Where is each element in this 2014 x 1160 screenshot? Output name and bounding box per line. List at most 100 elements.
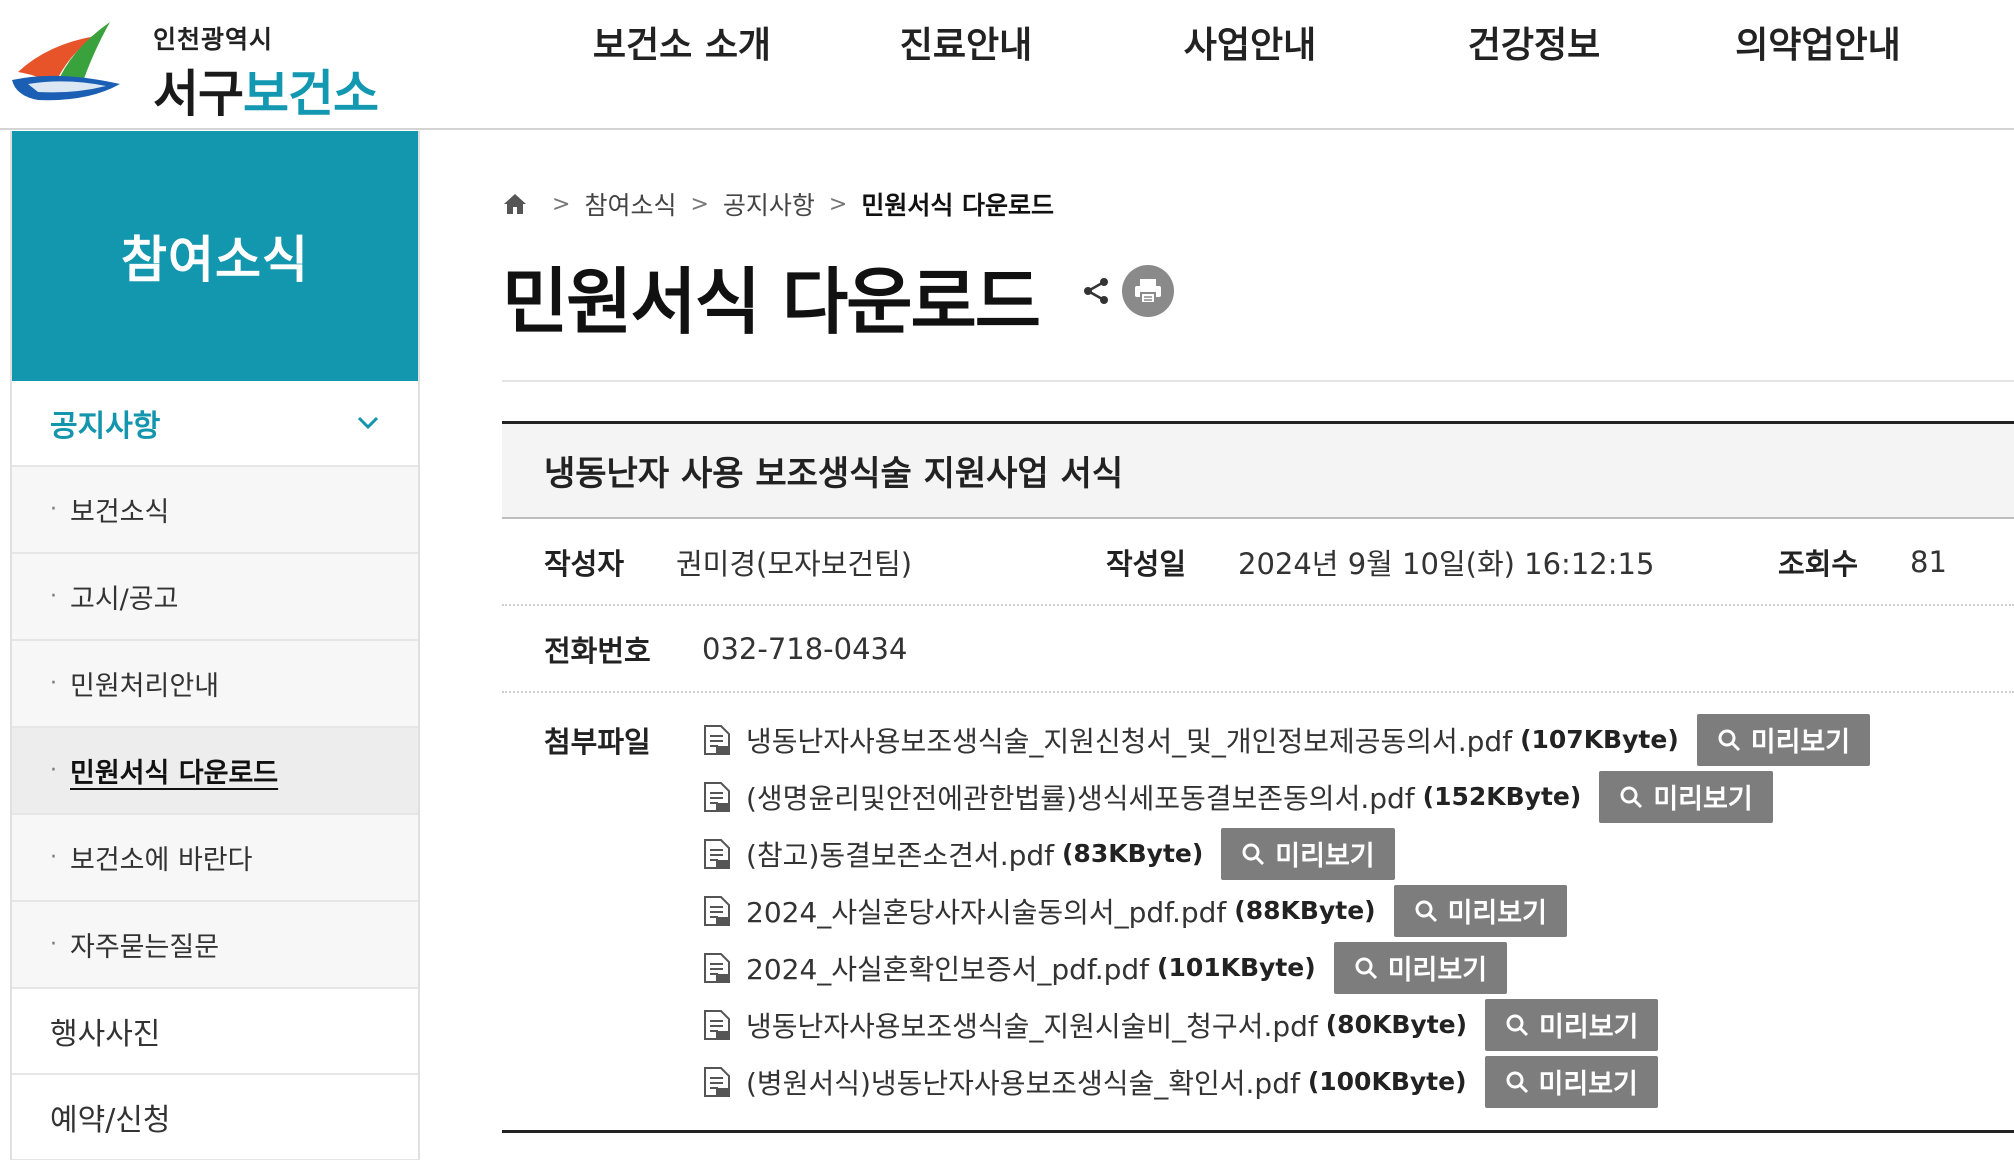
print-button[interactable] bbox=[1122, 265, 1174, 317]
share-button[interactable] bbox=[1072, 267, 1120, 315]
attachment-link[interactable]: 2024_사실혼당사자시술동의서_pdf.pdf bbox=[746, 891, 1226, 931]
preview-button[interactable]: 미리보기 bbox=[1393, 884, 1567, 937]
post-meta-row: 작성자 권미경(모자보건팀) 작성일 2024년 9월 10일(화) 16:12… bbox=[502, 519, 2014, 606]
nav-item-clinic-guide[interactable]: 진료안내 bbox=[824, 20, 1108, 80]
pdf-file-icon bbox=[704, 1066, 730, 1097]
date-value: 2024년 9월 10일(화) 16:12:15 bbox=[1238, 546, 1655, 581]
sidebar-item-faq[interactable]: · 자주묻는질문 bbox=[12, 902, 418, 989]
sidebar-item-health-news[interactable]: · 보건소식 bbox=[12, 467, 418, 554]
preview-button[interactable]: 미리보기 bbox=[1333, 941, 1508, 994]
attachment-item: (생명윤리및안전에관한법률)생식세포동결보존동의서.pdf (152KByte)… bbox=[702, 768, 1870, 825]
author-value: 권미경(모자보건팀) bbox=[676, 546, 913, 581]
attachment-size: (80KByte) bbox=[1325, 1010, 1468, 1039]
preview-button[interactable]: 미리보기 bbox=[1485, 998, 1659, 1051]
preview-label: 미리보기 bbox=[1653, 784, 1753, 815]
logo-name-prefix: 서구 bbox=[153, 65, 244, 123]
bullet-icon: · bbox=[50, 584, 57, 609]
phone-value: 032-718-0434 bbox=[702, 631, 908, 666]
search-icon bbox=[1620, 786, 1643, 808]
sidebar-header: 참여소식 bbox=[12, 131, 418, 381]
print-icon bbox=[1135, 279, 1161, 304]
sidebar-item-label: 보건소에 바란다 bbox=[70, 845, 253, 876]
attachment-item: (참고)동결보존소견서.pdf (83KByte) 미리보기 bbox=[702, 825, 1870, 882]
preview-button[interactable]: 미리보기 bbox=[1484, 1055, 1658, 1108]
sidebar-item-reservation[interactable]: 예약/신청 bbox=[12, 1075, 418, 1160]
breadcrumb-separator-icon: > bbox=[552, 191, 571, 217]
breadcrumb-item[interactable]: 참여소식 bbox=[584, 186, 676, 222]
attachment-item: 2024_사실혼당사자시술동의서_pdf.pdf (88KByte) 미리보기 bbox=[702, 882, 1870, 939]
pdf-file-icon bbox=[704, 895, 730, 926]
preview-button[interactable]: 미리보기 bbox=[1696, 713, 1871, 766]
preview-label: 미리보기 bbox=[1538, 1069, 1638, 1100]
search-icon bbox=[1355, 957, 1377, 979]
attachment-item: 2024_사실혼확인보증서_pdf.pdf (101KByte) 미리보기 bbox=[702, 939, 1870, 996]
share-icon bbox=[1084, 278, 1108, 304]
attachment-item: (병원서식)냉동난자사용보조생식술_확인서.pdf (100KByte) 미리보… bbox=[702, 1053, 1870, 1110]
preview-label: 미리보기 bbox=[1750, 727, 1851, 758]
attachment-link[interactable]: 냉동난자사용보조생식술_지원신청서_및_개인정보제공동의서.pdf bbox=[746, 720, 1512, 760]
attachment-link[interactable]: (참고)동결보존소견서.pdf bbox=[746, 834, 1054, 874]
bullet-icon: · bbox=[50, 845, 57, 870]
preview-label: 미리보기 bbox=[1447, 898, 1547, 929]
bullet-icon: · bbox=[50, 497, 57, 522]
breadcrumb-separator-icon: > bbox=[828, 191, 848, 217]
views-label: 조회수 bbox=[1778, 546, 1859, 581]
page-title: 민원서식 다운로드 bbox=[502, 260, 1041, 344]
search-icon bbox=[1718, 729, 1740, 751]
home-icon[interactable] bbox=[502, 192, 528, 216]
logo-name-accent: 보건소 bbox=[243, 65, 379, 123]
sidebar-section-notices[interactable]: 공지사항 bbox=[12, 381, 418, 467]
sidebar-title: 참여소식 bbox=[121, 231, 309, 289]
breadcrumb-item[interactable]: 공지사항 bbox=[723, 186, 815, 222]
sidebar-item-announcements[interactable]: · 고시/공고 bbox=[12, 554, 418, 641]
attachment-item: 냉동난자사용보조생식술_지원신청서_및_개인정보제공동의서.pdf (107KB… bbox=[702, 711, 1871, 768]
nav-item-pharma-guide[interactable]: 의약업안내 bbox=[1676, 20, 1960, 80]
attachment-size: (107KByte) bbox=[1520, 725, 1679, 754]
sidebar-item-civil-guide[interactable]: · 민원처리안내 bbox=[12, 641, 418, 728]
attachment-item: 냉동난자사용보조생식술_지원시술비_청구서.pdf (80KByte) 미리보기 bbox=[702, 996, 1870, 1053]
bullet-icon: · bbox=[50, 758, 57, 783]
post-phone-row: 전화번호 032-718-0434 bbox=[502, 606, 2014, 693]
chevron-down-icon bbox=[357, 416, 379, 430]
preview-button[interactable]: 미리보기 bbox=[1221, 827, 1395, 880]
attachment-link[interactable]: 냉동난자사용보조생식술_지원시술비_청구서.pdf bbox=[746, 1005, 1318, 1045]
bullet-icon: · bbox=[50, 932, 57, 957]
attachment-size: (100KByte) bbox=[1307, 1067, 1467, 1096]
search-icon bbox=[1506, 1071, 1528, 1093]
author-label: 작성자 bbox=[544, 546, 625, 581]
breadcrumb-separator-icon: > bbox=[690, 191, 709, 217]
pdf-file-icon bbox=[704, 838, 730, 869]
post-view: 냉동난자 사용 보조생식술 지원사업 서식 작성자 권미경(모자보건팀) 작성일… bbox=[502, 421, 2014, 1133]
sidebar-item-suggestions[interactable]: · 보건소에 바란다 bbox=[12, 815, 418, 902]
sidebar-section-label: 공지사항 bbox=[50, 409, 161, 444]
sidebar-item-event-photos[interactable]: 행사사진 bbox=[12, 989, 418, 1075]
title-divider bbox=[502, 380, 2014, 382]
attachment-size: (88KByte) bbox=[1234, 896, 1376, 925]
attachment-size: (83KByte) bbox=[1062, 839, 1204, 868]
sidebar-item-form-download[interactable]: · 민원서식 다운로드 bbox=[12, 728, 418, 815]
pdf-file-icon bbox=[704, 781, 730, 812]
breadcrumb-current: 민원서식 다운로드 bbox=[861, 191, 1055, 220]
nav-item-about[interactable]: 보건소 소개 bbox=[540, 20, 824, 80]
preview-label: 미리보기 bbox=[1275, 841, 1375, 872]
preview-button[interactable]: 미리보기 bbox=[1599, 770, 1773, 823]
attachment-size: (152KByte) bbox=[1422, 782, 1582, 811]
nav-item-health-info[interactable]: 건강정보 bbox=[1392, 20, 1676, 80]
post-subject: 냉동난자 사용 보조생식술 지원사업 서식 bbox=[502, 424, 2014, 519]
attachment-link[interactable]: (생명윤리및안전에관한법률)생식세포동결보존동의서.pdf bbox=[746, 777, 1415, 817]
main-navigation: 보건소 소개 진료안내 사업안내 건강정보 의약업안내 bbox=[540, 20, 1960, 80]
nav-item-programs[interactable]: 사업안내 bbox=[1108, 20, 1392, 80]
site-header: 인천광역시 서구보건소 보건소 소개 진료안내 사업안내 건강정보 의약업안내 bbox=[0, 0, 2014, 130]
sidebar-item-label: 민원서식 다운로드 bbox=[70, 758, 279, 789]
preview-label: 미리보기 bbox=[1539, 1012, 1639, 1043]
phone-label: 전화번호 bbox=[544, 633, 651, 668]
logo-mark-icon bbox=[12, 22, 120, 101]
attachment-list: 냉동난자사용보조생식술_지원신청서_및_개인정보제공동의서.pdf (107KB… bbox=[702, 711, 1871, 1110]
pdf-file-icon bbox=[704, 724, 730, 755]
attachment-link[interactable]: 2024_사실혼확인보증서_pdf.pdf bbox=[746, 948, 1149, 988]
logo-city-text: 인천광역시 bbox=[153, 25, 274, 54]
site-logo[interactable]: 인천광역시 서구보건소 bbox=[8, 10, 398, 123]
attachment-link[interactable]: (병원서식)냉동난자사용보조생식술_확인서.pdf bbox=[746, 1062, 1300, 1102]
views-value: 81 bbox=[1910, 544, 1947, 579]
attachments-row: 첨부파일 냉동난자사용보조생식술_지원신청서_및_개인정보제공동의서.pdf (… bbox=[502, 693, 2014, 1133]
